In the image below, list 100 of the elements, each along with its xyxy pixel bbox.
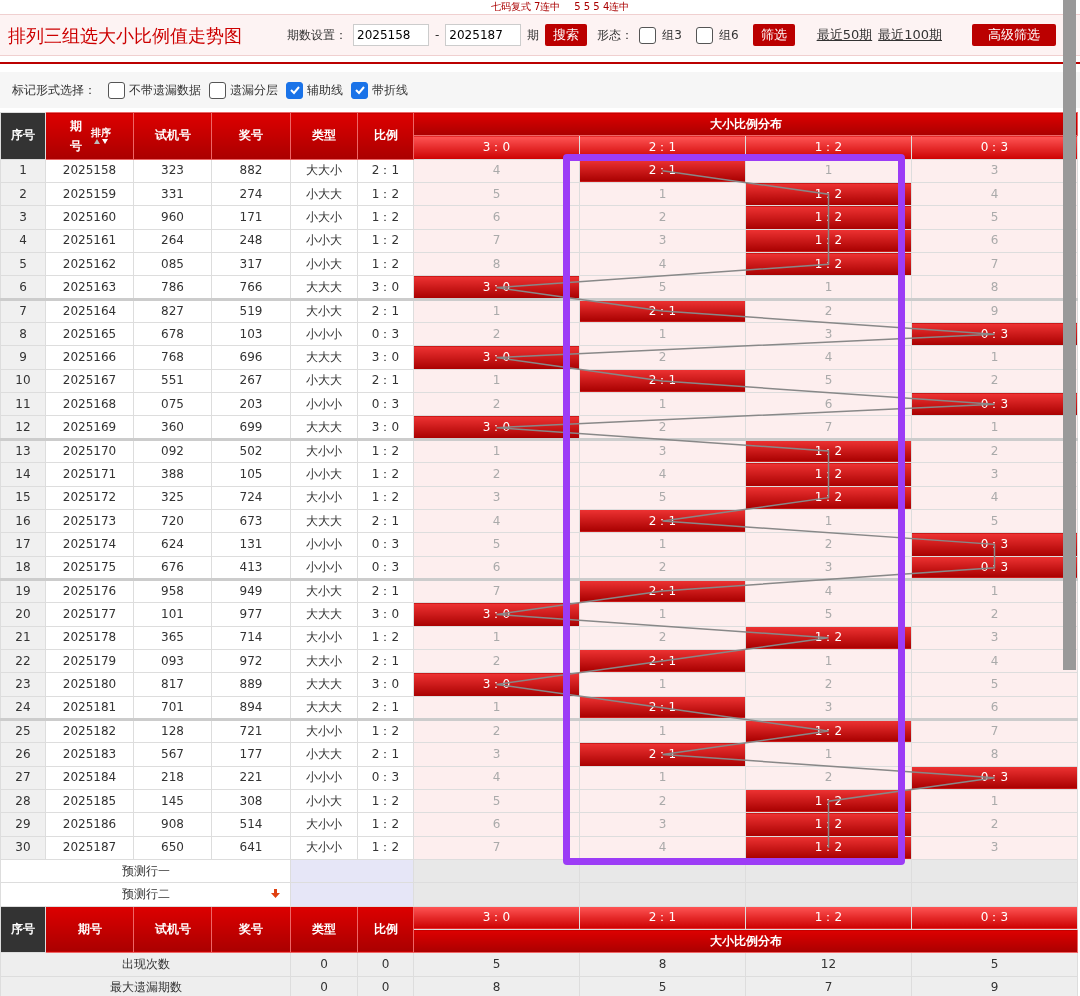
checkbox[interactable] [209,81,226,99]
miss-count: 1 [579,719,746,743]
miss-count: 3 [579,812,746,837]
period-from-field[interactable]: 2025158 [353,24,429,46]
column-header: 序号 [0,906,46,953]
row-number: 30 [0,836,46,860]
group-header: 大小比例分布 [413,929,1078,953]
row-number: 4 [0,229,46,253]
row-number: 11 [0,392,46,416]
column-header: 比例 [357,112,414,160]
row-number: 23 [0,672,46,697]
column-header: 期号 [45,906,134,953]
miss-count: 1 [579,532,746,557]
sort-label: 排序 [90,126,111,138]
stat-value: 5 [413,952,580,977]
column-header: 3：0 [413,906,580,930]
miss-count: 7 [911,719,1078,743]
checkbox-label: 组3 [662,27,682,44]
checkbox[interactable] [286,81,303,99]
miss-count: 7 [413,579,580,603]
column-header: 试机号 [133,906,212,953]
down-arrow-icon [271,889,280,899]
checkbox[interactable] [108,81,125,99]
column-header: 序号 [0,112,46,160]
draw-cell: 949 [211,579,291,603]
advanced-filter-button[interactable]: 高级筛选 [972,24,1056,46]
miss-count: 5 [579,486,746,510]
miss-count: 5 [911,672,1078,697]
checkbox-label: 带折线 [372,82,408,99]
shape-label: 形态： [597,27,634,44]
miss-count: 1 [579,182,746,206]
period-label: 期数设置： [287,27,347,44]
checkbox-label: 遗漏分层 [230,82,278,99]
filter-button[interactable]: 筛选 [752,24,795,46]
row-number: 5 [0,252,46,276]
column-header: 试机号 [133,112,212,160]
trial-cell: 092 [133,439,212,463]
type-cell: 大小小 [290,439,358,463]
miss-count: 2 [911,439,1078,463]
recent-link[interactable]: 最近50期 [816,25,873,45]
row-number: 13 [0,439,46,463]
miss-count: 9 [911,299,1078,323]
miss-count: 1 [911,579,1078,603]
row-number: 8 [0,322,46,346]
ratio-cell: 1：2 [357,719,414,743]
row-number: 21 [0,626,46,650]
column-header: 比例 [357,906,414,953]
miss-count: 2 [579,789,746,813]
row-number: 17 [0,532,46,557]
menu-link[interactable]: 七码复式 7连中 [490,0,561,14]
column-header: 类型 [290,906,358,953]
row-number: 15 [0,486,46,510]
row-number: 3 [0,205,46,230]
row-number: 19 [0,579,46,603]
row-number: 27 [0,766,46,790]
stat-value: 12 [745,952,912,977]
miss-count: 3 [579,439,746,463]
column-header: 类型 [290,112,358,160]
row-number: 6 [0,275,46,300]
row-number: 28 [0,789,46,813]
sort-arrows-icon [92,137,109,146]
miss-count: 3 [579,229,746,253]
column-header: 1：2 [745,906,912,930]
period-to-field[interactable]: 2025187 [445,24,522,46]
recent-link[interactable]: 最近100期 [878,25,942,45]
check-icon [353,84,366,96]
miss-count: 1 [579,322,746,346]
miss-count: 4 [579,462,746,486]
miss-count: 1 [413,299,580,323]
ratio-cell: 2：1 [357,579,414,603]
unit-label: 期 [527,27,540,44]
checkbox[interactable] [696,26,713,44]
miss-count: 8 [911,742,1078,767]
stat-label: 出现次数 [0,952,291,977]
miss-count: 2 [579,205,746,230]
row-number: 20 [0,602,46,627]
column-header: 奖号 [211,906,291,953]
search-button[interactable]: 搜索 [545,24,588,46]
miss-count: 1 [579,766,746,790]
marks-label: 标记形式选择： [12,82,96,99]
row-number: 26 [0,742,46,767]
check-icon [288,84,301,96]
draw-cell: 721 [211,719,291,743]
stat-value: 8 [579,952,746,977]
menu-link[interactable]: 5 5 5 4连中 [574,0,630,14]
miss-count: 1 [911,789,1078,813]
group-header: 大小比例分布 [413,112,1078,136]
trial-cell: 128 [133,719,212,743]
trial-cell: 958 [133,579,212,603]
checkbox[interactable] [351,81,368,99]
period-cell: 2025164 [45,299,134,323]
miss-count: 1 [413,439,580,463]
period-cell: 2025170 [45,439,134,463]
checkbox[interactable] [639,26,657,44]
miss-count: 2 [911,812,1078,837]
period-cell: 2025182 [45,719,134,743]
row-number: 7 [0,299,46,323]
column-header: 奖号 [211,112,291,160]
stat-value: 5 [911,952,1078,977]
row-number: 22 [0,649,46,673]
